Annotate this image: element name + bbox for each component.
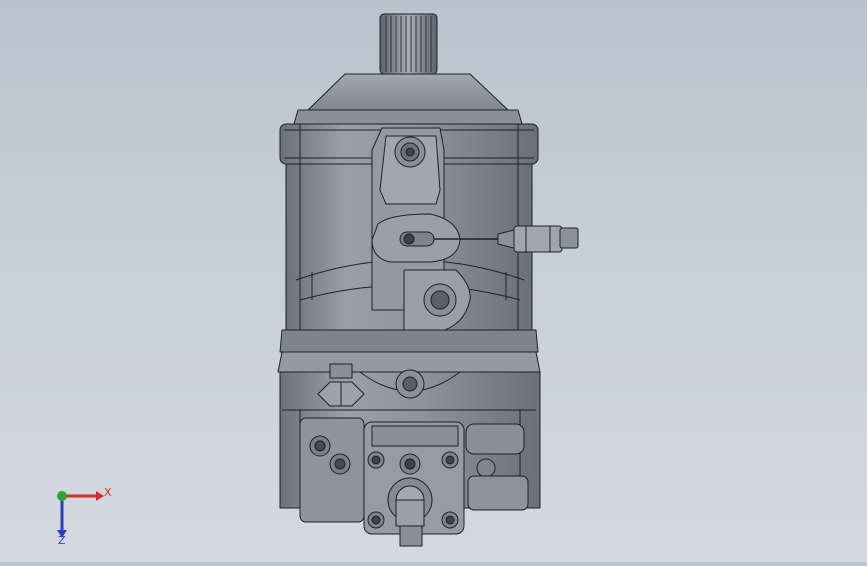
y-axis-dot xyxy=(57,491,67,501)
cad-viewport[interactable]: X Z xyxy=(0,0,867,562)
front-cone xyxy=(293,73,523,125)
splined-shaft xyxy=(379,13,438,75)
z-axis-label: Z xyxy=(58,534,66,547)
hydraulic-motor-model xyxy=(57,13,579,547)
port-block xyxy=(299,417,365,523)
transition-band xyxy=(277,329,541,373)
x-axis-head xyxy=(96,491,104,501)
valve-block xyxy=(363,421,465,547)
coordinate-triad xyxy=(57,491,104,538)
x-axis-label: X xyxy=(104,486,112,499)
